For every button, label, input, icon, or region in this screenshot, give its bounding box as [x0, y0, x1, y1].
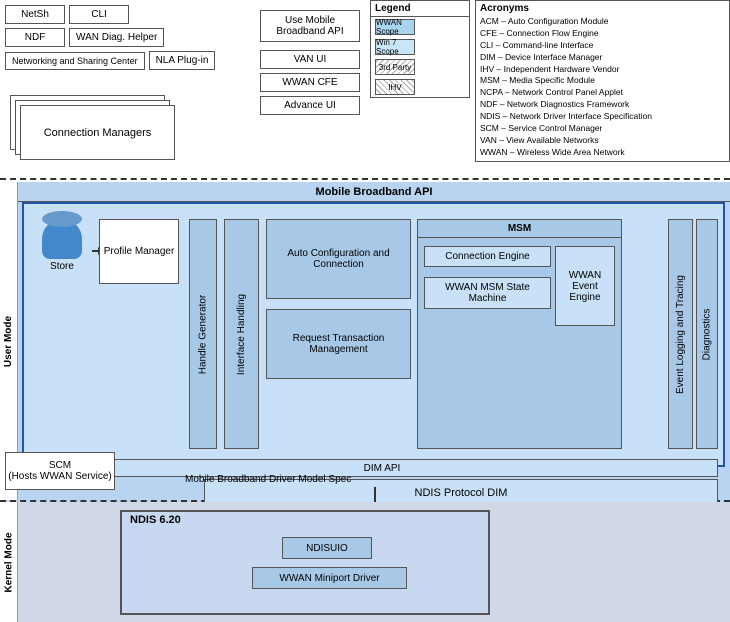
auto-config-label: Auto Configuration and Connection [271, 248, 406, 270]
store-label: Store [50, 261, 74, 272]
legend-3party: 3rd Party [371, 57, 469, 77]
wwan-msm-box: WWAN MSM State Machine [424, 277, 551, 309]
mobile-broadband-api-bar: Mobile Broadband API [18, 182, 730, 202]
scm-box: SCM (Hosts WWAN Service) [5, 452, 115, 490]
legend-ihv: IHV [371, 77, 469, 97]
legend-ihv-box: IHV [375, 79, 415, 95]
scm-label: SCM (Hosts WWAN Service) [8, 460, 112, 482]
acronym-ihv: IHV – Independent Hardware Vendor [480, 64, 725, 76]
acronym-ndf: NDF – Network Diagnostics Framework [480, 99, 725, 111]
legend-wwan: WWAN Scope [371, 17, 469, 37]
profile-manager-label: Profile Manager [104, 246, 175, 257]
legend-3party-label: 3rd Party [379, 63, 411, 72]
ndisuio-box: NDISUIO [282, 537, 372, 559]
diagnostics-box: Diagnostics [696, 219, 718, 449]
acronym-msm: MSM – Media Specific Module [480, 75, 725, 87]
van-ui-box: VAN UI [260, 50, 360, 69]
acronym-cfe: CFE – Connection Flow Engine [480, 28, 725, 40]
acronym-scm: SCM – Service Control Manager [480, 123, 725, 135]
ndf-box: NDF [5, 28, 65, 47]
kernel-mode-label: Kernel Mode [0, 502, 18, 622]
legend-wwan-label: WWAN Scope [376, 18, 414, 36]
legend-win7-box: Win 7 Scope [375, 39, 415, 55]
diagram-container: NetSh CLI NDF WAN Diag. Helper Networkin… [0, 0, 730, 622]
acronym-ndis: NDIS – Network Driver Interface Specific… [480, 111, 725, 123]
store-cylinder [42, 219, 82, 259]
acronym-wwan: WWAN – Wireless Wide Area Network [480, 147, 725, 159]
middle-tools: Use Mobile Broadband API VAN UI WWAN CFE… [260, 10, 375, 115]
legend-wwan-box: WWAN Scope [375, 19, 415, 35]
connection-managers-stack: Connection Managers [10, 95, 175, 175]
networking-box: Networking and Sharing Center [5, 52, 145, 70]
ndisuio-label: NDISUIO [306, 543, 348, 554]
tools-row-3: Networking and Sharing Center NLA Plug-i… [5, 51, 265, 70]
wwan-event-box: WWAN Event Engine [555, 246, 615, 326]
wan-diag-box: WAN Diag. Helper [69, 28, 164, 47]
kernel-mode-section: Kernel Mode NDIS 6.20 NDISUIO WWAN Minip… [0, 502, 730, 622]
legend-3party-box: 3rd Party [375, 59, 415, 75]
msm-content: Connection Engine WWAN MSM State Machine… [418, 238, 621, 334]
main-content-box: Store Profile Manager Handle Generator I… [22, 202, 725, 467]
acronym-van: VAN – View Available Networks [480, 135, 725, 147]
event-logging-label: Event Logging and Tracing [675, 275, 686, 394]
handle-generator-label: Handle Generator [198, 294, 209, 374]
wwan-miniport-label: WWAN Miniport Driver [279, 573, 379, 584]
legend-ihv-label: IHV [388, 83, 401, 92]
top-section: NetSh CLI NDF WAN Diag. Helper Networkin… [0, 0, 730, 180]
msm-outer-box: MSM Connection Engine WWAN MSM State Mac… [417, 219, 622, 449]
event-logging-box: Event Logging and Tracing [668, 219, 693, 449]
driver-spec-label: Mobile Broadband Driver Model Spec [185, 474, 351, 485]
legend-win7-label: Win 7 Scope [376, 38, 414, 56]
user-mode-section: User Mode Mobile Broadband API Store Pro… [0, 182, 730, 502]
auto-config-box: Auto Configuration and Connection [266, 219, 411, 299]
acronyms-header: Acronyms [480, 3, 725, 14]
acronym-ncpa: NCPA – Network Control Panel Applet [480, 87, 725, 99]
diagnostics-label: Diagnostics [702, 308, 713, 360]
cm-layer-3: Connection Managers [20, 105, 175, 160]
acronyms-area: Acronyms ACM – Auto Configuration Module… [475, 0, 730, 162]
acronym-acm: ACM – Auto Configuration Module [480, 16, 725, 28]
down-arrow-line [374, 487, 376, 502]
legend-header: Legend [371, 1, 469, 17]
tools-grid: NetSh CLI NDF WAN Diag. Helper Networkin… [5, 5, 265, 74]
driver-spec-text: Mobile Broadband Driver Model Spec [185, 474, 351, 485]
acronym-dim: DIM – Device Interface Manager [480, 52, 725, 64]
nla-box: NLA Plug-in [149, 51, 216, 70]
ndis620-header: NDIS 6.20 [122, 512, 488, 528]
legend-area: Legend WWAN Scope Win 7 Scope 3rd Party … [370, 0, 470, 98]
connection-managers-label: Connection Managers [44, 127, 152, 139]
dim-api-label: DIM API [364, 463, 401, 474]
dim-api-bar: DIM API [46, 459, 718, 477]
tools-row-1: NetSh CLI [5, 5, 265, 24]
request-trans-label: Request Transaction Management [271, 333, 406, 355]
legend-win7: Win 7 Scope [371, 37, 469, 57]
interface-handling-box: Interface Handling [224, 219, 259, 449]
use-mobile-box: Use Mobile Broadband API [260, 10, 360, 42]
wwan-cfe-box: WWAN CFE [260, 73, 360, 92]
wwan-tools: VAN UI WWAN CFE Advance UI [260, 50, 375, 115]
kernel-mode-text: Kernel Mode [3, 532, 14, 592]
netsh-box: NetSh [5, 5, 65, 24]
wwan-event-label: WWAN Event Engine [560, 270, 610, 303]
tools-row-2: NDF WAN Diag. Helper [5, 28, 265, 47]
handle-generator-box: Handle Generator [189, 219, 217, 449]
store-area: Store [32, 219, 92, 272]
advance-ui-box: Advance UI [260, 96, 360, 115]
user-mode-text: User Mode [3, 315, 14, 366]
ndis620-box: NDIS 6.20 NDISUIO WWAN Miniport Driver [120, 510, 490, 615]
acronym-cli: CLI – Command-line Interface [480, 40, 725, 52]
profile-manager-box: Profile Manager [99, 219, 179, 284]
connection-engine-box: Connection Engine [424, 246, 551, 267]
interface-handling-label: Interface Handling [236, 293, 247, 374]
msm-inner-left: Connection Engine WWAN MSM State Machine [424, 246, 551, 326]
cli-box: CLI [69, 5, 129, 24]
ndis-protocol-label: NDIS Protocol DIM [415, 487, 508, 499]
wwan-miniport-box: WWAN Miniport Driver [252, 567, 407, 589]
msm-header: MSM [418, 220, 621, 238]
mobile-broadband-api-label: Mobile Broadband API [316, 186, 433, 198]
request-trans-box: Request Transaction Management [266, 309, 411, 379]
